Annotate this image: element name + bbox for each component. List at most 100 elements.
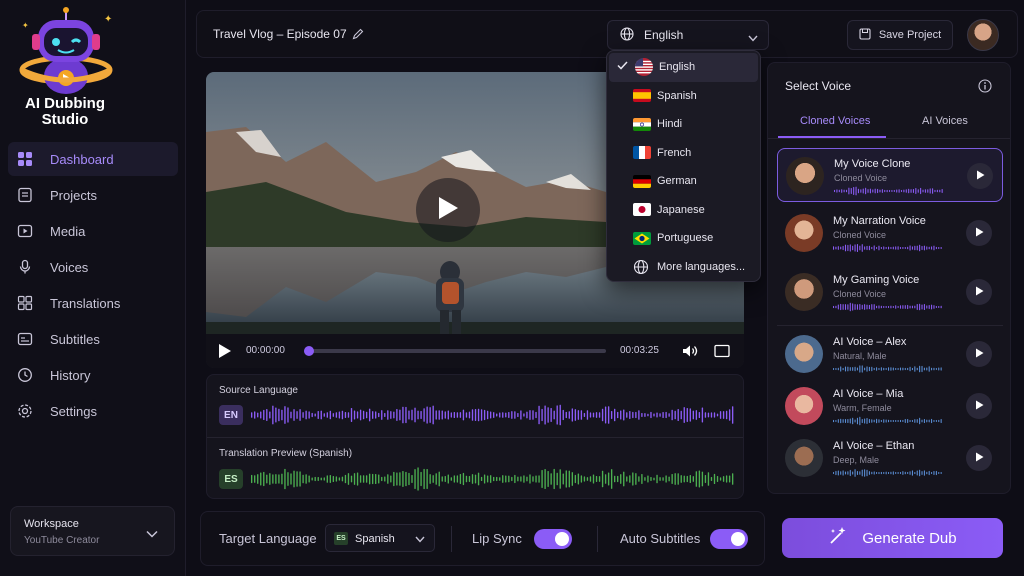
waveform-bar [854,244,856,252]
voice-card[interactable]: AI Voice – Alex Natural, Male [777,327,1003,381]
waveform-bar [888,306,890,308]
sidebar-item-voices[interactable]: Voices [8,250,178,284]
language-option-more[interactable]: More languages... [607,253,760,282]
waveform-bar [874,188,876,194]
sidebar-item-settings[interactable]: Settings [8,394,178,428]
waveform-bar [876,472,878,474]
voice-card[interactable]: My Gaming Voice Cloned Voice [777,265,1003,319]
waveform-bar [884,189,886,193]
language-option-french[interactable]: French [607,139,760,168]
sidebar-item-projects[interactable]: Projects [8,178,178,212]
waveform-bar [474,474,477,484]
auto-subtitles-toggle[interactable] [710,529,748,549]
tab-cloned-voices[interactable]: Cloned Voices [800,115,870,127]
sidebar-item-label: Dashboard [50,151,114,167]
waveform-bar [911,470,913,476]
sidebar-item-dashboard[interactable]: Dashboard [8,142,178,176]
voice-play-button[interactable] [967,163,993,189]
lip-sync-toggle[interactable] [534,529,572,549]
waveform-bar [907,304,909,310]
waveform-bar [883,472,885,474]
volume-icon[interactable] [682,344,698,363]
voice-play-button[interactable] [966,220,992,246]
waveform-bar [916,245,918,251]
waveform-bar [278,474,280,484]
voice-play-button[interactable] [966,445,992,471]
fullscreen-icon[interactable] [714,344,730,363]
waveform-bar [854,304,856,310]
voice-card[interactable]: AI Voice – Mia Warm, Female [777,379,1003,433]
play-icon [975,283,984,301]
waveform-bar [897,472,899,474]
waveform-bar [892,471,894,475]
waveform-bar [447,410,449,420]
user-avatar[interactable] [967,19,999,51]
language-option-portuguese[interactable]: Portuguese [607,224,760,253]
play-button-large[interactable] [416,178,480,242]
voice-play-button[interactable] [966,279,992,305]
voice-card[interactable]: My Voice Clone Cloned Voice [777,148,1003,202]
target-language-select[interactable]: ES Spanish [325,524,435,552]
sidebar-item-media[interactable]: Media [8,214,178,248]
waveform-bar [499,477,501,481]
waveform-bar [880,471,882,475]
tab-ai-voices[interactable]: AI Voices [922,115,968,127]
waveform-bar [923,303,925,311]
source-waveform[interactable] [251,403,735,427]
voice-card[interactable]: My Narration Voice Cloned Voice [777,206,1003,260]
waveform-bar [353,473,356,485]
sidebar-item-subtitles[interactable]: Subtitles [8,322,178,356]
waveform-bar [892,306,894,308]
waveform-bar [535,475,537,483]
waveform-bar [671,409,673,421]
language-option-japanese[interactable]: Japanese [607,196,760,225]
waveform-bar [251,412,253,418]
waveform-bar [899,305,902,309]
play-icon[interactable] [218,343,232,364]
voice-play-button[interactable] [966,341,992,367]
waveform-bar [671,474,673,484]
waveform-bar [284,406,286,424]
generate-dub-button[interactable]: Generate Dub [782,518,1003,558]
waveform-bar [924,189,926,193]
waveform-bar [701,407,704,423]
seek-bar[interactable] [304,346,606,356]
avatar [785,273,823,311]
language-option-german[interactable]: German [607,167,760,196]
seek-handle[interactable] [304,346,314,356]
waveform-bar [414,469,416,489]
info-icon[interactable] [978,79,992,98]
waveform-bar [866,418,868,424]
language-option-english[interactable]: English [609,53,758,82]
waveform-bar [387,410,389,420]
waveform-bar [864,304,866,310]
language-option-spanish[interactable]: Spanish [607,82,760,111]
divider [207,437,743,438]
language-option-hindi[interactable]: Hindi [607,110,760,139]
waveform-bar [480,476,483,482]
voice-description: Natural, Male [833,351,887,361]
voice-play-button[interactable] [966,393,992,419]
waveform-bar [849,367,851,371]
sidebar-item-translations[interactable]: Translations [8,286,178,320]
sidebar-item-history[interactable]: History [8,358,178,392]
waveform-bar [707,472,710,486]
waveform-bar [614,408,616,422]
waveform-bar [888,367,890,371]
workspace-selector[interactable]: Workspace YouTube Creator [10,506,175,556]
save-project-button[interactable]: Save Project [847,20,953,50]
app-title: AI Dubbing Studio [25,95,105,128]
sidebar-item-label: Media [50,223,86,239]
pencil-icon[interactable] [352,27,364,45]
waveform-bar [502,475,504,483]
waveform-bar [456,412,459,418]
duration: 00:03:25 [620,345,659,356]
voice-card[interactable]: AI Voice – Ethan Deep, Male [777,431,1003,485]
waveform-bar [833,419,835,423]
waveform-bar [254,411,256,419]
language-select[interactable]: English [607,20,769,50]
waveform-bar [372,411,374,419]
translation-waveform[interactable] [251,467,735,491]
waveform-bar [517,476,519,482]
waveform-bar [861,304,863,310]
